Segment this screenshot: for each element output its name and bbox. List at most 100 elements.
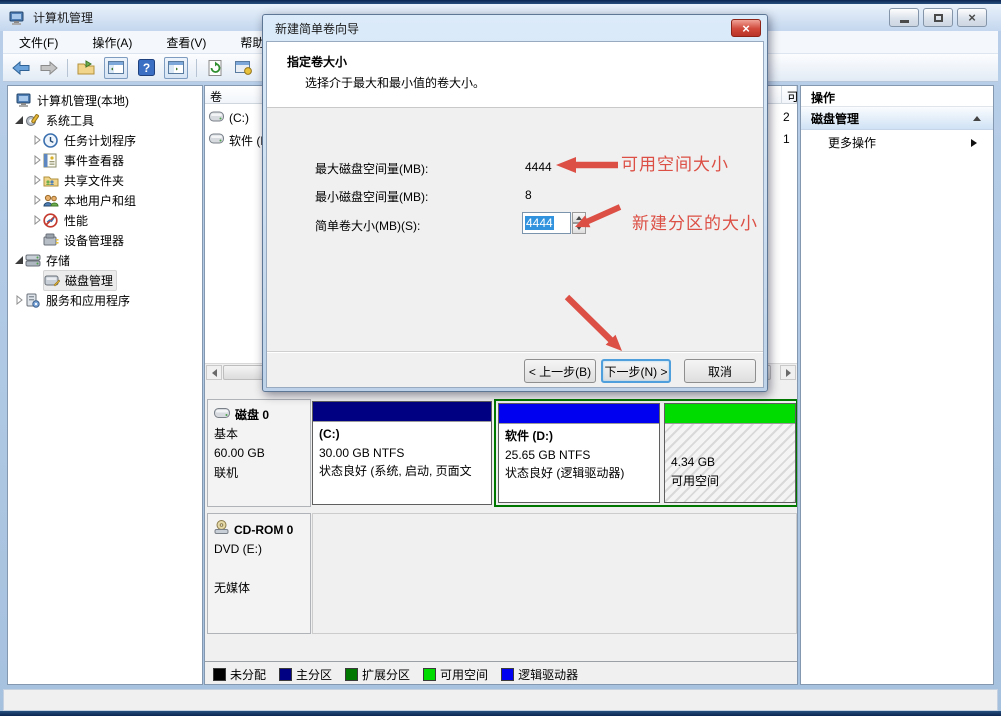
selected-text: 4444 xyxy=(525,216,554,230)
console-pane-right-icon[interactable] xyxy=(164,57,188,79)
disk0-type: 基本 xyxy=(214,425,304,444)
tree-item-local-users-groups[interactable]: 本地用户和组 xyxy=(31,190,139,210)
device-manager-icon xyxy=(43,233,61,247)
tree-label: 本地用户和组 xyxy=(61,191,139,210)
actions-title: 操作 xyxy=(801,86,993,107)
back-icon[interactable] xyxy=(11,58,31,78)
tools-icon xyxy=(25,113,43,128)
annotation-new-partition: 新建分区的大小 xyxy=(632,209,758,234)
disk0-name: 磁盘 0 xyxy=(235,406,269,425)
legend-extended: 扩展分区 xyxy=(345,666,410,683)
tree-item-task-scheduler[interactable]: 任务计划程序 xyxy=(31,130,139,150)
tree-item-event-viewer[interactable]: 事件查看器 xyxy=(31,150,127,170)
arrow-up-icon xyxy=(576,213,582,220)
min-space-label: 最小磁盘空间量(MB): xyxy=(315,188,428,205)
free-space-status: 可用空间 xyxy=(671,472,789,491)
legend-swatch xyxy=(279,668,292,681)
expander-collapsed-icon[interactable] xyxy=(13,295,25,305)
storage-icon xyxy=(25,253,43,267)
scroll-left-button[interactable] xyxy=(206,365,222,380)
next-button[interactable]: 下一步(N) > xyxy=(601,359,671,383)
tree-item-device-manager[interactable]: 设备管理器 xyxy=(31,230,127,250)
minimize-button[interactable] xyxy=(889,8,919,27)
tree-label: 共享文件夹 xyxy=(61,171,127,190)
expander-collapsed-icon[interactable] xyxy=(31,215,43,225)
services-icon xyxy=(25,293,43,308)
tree-item-services-applications[interactable]: 服务和应用程序 xyxy=(13,290,133,310)
disk0-status: 联机 xyxy=(214,464,304,483)
help-icon[interactable]: ? xyxy=(136,58,156,78)
computer-icon xyxy=(16,93,34,108)
cancel-button[interactable]: 取消 xyxy=(684,359,756,383)
expander-collapsed-icon[interactable] xyxy=(31,195,43,205)
collapse-up-icon[interactable] xyxy=(973,112,981,121)
tree-item-shared-folders[interactable]: 共享文件夹 xyxy=(31,170,127,190)
cdrom-name: CD-ROM 0 xyxy=(234,521,293,540)
expander-expanded-icon[interactable] xyxy=(13,256,25,264)
legend-free-space: 可用空间 xyxy=(423,666,488,683)
volume-size-label: 简单卷大小(MB)(S): xyxy=(315,217,420,234)
actions-group-disk-management[interactable]: 磁盘管理 xyxy=(801,107,993,130)
disk-management-icon xyxy=(44,273,62,287)
refresh-icon[interactable] xyxy=(205,58,225,78)
legend-unallocated: 未分配 xyxy=(213,666,266,683)
expander-collapsed-icon[interactable] xyxy=(31,135,43,145)
volume-label: (C:) xyxy=(229,111,249,125)
arrow-down-icon xyxy=(576,226,582,233)
partition-c-name: (C:) xyxy=(319,425,485,444)
console-pane-icon[interactable] xyxy=(104,57,128,79)
toolbar-separator-2 xyxy=(196,59,197,77)
cdrom-status: 无媒体 xyxy=(214,579,304,598)
partition-c[interactable]: (C:) 30.00 GB NTFS 状态良好 (系统, 启动, 页面文 xyxy=(312,401,492,505)
spin-up-button[interactable] xyxy=(572,212,586,223)
dialog-title-bar[interactable]: 新建简单卷向导 xyxy=(263,15,767,41)
spin-down-button[interactable] xyxy=(572,223,586,234)
tree-label: 事件查看器 xyxy=(61,151,127,170)
disk0-header[interactable]: 磁盘 0 基本 60.00 GB 联机 xyxy=(207,399,311,507)
tree-item-storage[interactable]: 存储 xyxy=(13,250,73,270)
scroll-right-button[interactable] xyxy=(780,365,796,380)
close-icon: × xyxy=(742,22,750,35)
menu-view[interactable]: 查看(V) xyxy=(162,32,210,53)
partition-d-size: 25.65 GB NTFS xyxy=(505,446,653,465)
dialog-heading: 指定卷大小 xyxy=(287,53,347,70)
new-simple-volume-wizard-dialog: 新建简单卷向导 × 指定卷大小 选择介于最大和最小值的卷大小。 最大磁盘空间量(… xyxy=(262,14,768,392)
tree-item-computer-management[interactable]: 计算机管理(本地) xyxy=(16,90,132,110)
tree-item-performance[interactable]: 性能 xyxy=(31,210,91,230)
partition-c-status: 状态良好 (系统, 启动, 页面文 xyxy=(319,462,485,481)
column-header-free[interactable]: 可 xyxy=(781,86,797,104)
legend-swatch xyxy=(345,668,358,681)
tree-item-system-tools[interactable]: 系统工具 xyxy=(13,110,97,130)
legend-primary: 主分区 xyxy=(279,666,332,683)
volume-disk-icon xyxy=(209,111,224,125)
menu-action[interactable]: 操作(A) xyxy=(88,32,136,53)
partition-d[interactable]: 软件 (D:) 25.65 GB NTFS 状态良好 (逻辑驱动器) xyxy=(498,403,660,503)
more-actions-item[interactable]: 更多操作 xyxy=(801,130,993,155)
maximize-button[interactable] xyxy=(923,8,953,27)
cdrom-header[interactable]: CD-ROM 0 DVD (E:) 无媒体 xyxy=(207,513,311,634)
forward-icon[interactable] xyxy=(39,58,59,78)
back-button[interactable]: < 上一步(B) xyxy=(524,359,596,383)
legend-swatch xyxy=(213,668,226,681)
show-tree-folder-icon[interactable] xyxy=(76,58,96,78)
expander-collapsed-icon[interactable] xyxy=(31,155,43,165)
extended-partition-region: 软件 (D:) 25.65 GB NTFS 状态良好 (逻辑驱动器) 4.34 … xyxy=(494,399,798,507)
expander-collapsed-icon[interactable] xyxy=(31,175,43,185)
clock-icon xyxy=(43,133,61,148)
menu-file[interactable]: 文件(F) xyxy=(15,32,62,53)
free-space-block[interactable]: 4.34 GB 可用空间 xyxy=(664,403,796,503)
performance-icon xyxy=(43,213,61,228)
tree-label: 存储 xyxy=(43,251,73,270)
console-window-icon[interactable] xyxy=(233,58,253,78)
close-icon: × xyxy=(968,11,976,24)
submenu-arrow-icon xyxy=(971,139,981,147)
dialog-close-button[interactable]: × xyxy=(731,19,761,37)
max-space-label: 最大磁盘空间量(MB): xyxy=(315,160,428,177)
volume-size-input[interactable]: 4444 xyxy=(522,212,571,234)
hard-disk-icon xyxy=(214,406,230,425)
close-button[interactable]: × xyxy=(957,8,987,27)
expander-expanded-icon[interactable] xyxy=(13,116,25,124)
actions-panel: 操作 磁盘管理 更多操作 xyxy=(800,85,994,685)
tree-label: 任务计划程序 xyxy=(61,131,139,150)
tree-item-disk-management[interactable]: 磁盘管理 xyxy=(31,270,117,290)
